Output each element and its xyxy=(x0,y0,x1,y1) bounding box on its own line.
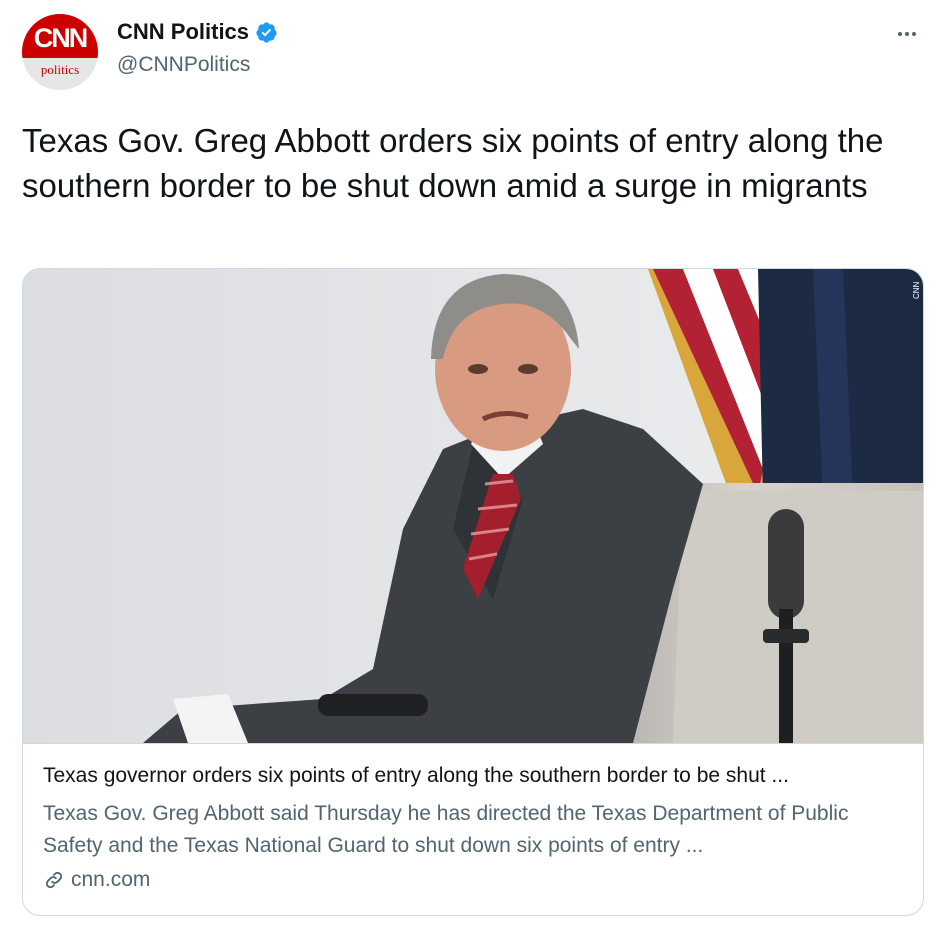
more-dot xyxy=(912,32,916,36)
tweet-text: Texas Gov. Greg Abbott orders six points… xyxy=(22,122,884,204)
display-name-text[interactable]: CNN Politics xyxy=(117,19,249,45)
verified-badge-icon xyxy=(256,21,277,43)
account-handle[interactable]: @CNNPolitics xyxy=(117,53,250,77)
link-card[interactable]: CNN Texas governor orders six points of … xyxy=(22,268,924,916)
avatar-subtext: politics xyxy=(40,62,80,77)
card-domain[interactable]: cnn.com xyxy=(43,868,150,892)
card-photo: CNN xyxy=(23,269,923,743)
more-dots-icon[interactable] xyxy=(892,22,922,46)
more-dot xyxy=(898,32,902,36)
avatar-logo: CNN xyxy=(33,23,89,53)
card-image[interactable]: CNN xyxy=(23,269,923,743)
card-description[interactable]: Texas Gov. Greg Abbott said Thursday he … xyxy=(43,798,903,862)
more-dot xyxy=(905,32,909,36)
card-title[interactable]: Texas governor orders six points of entr… xyxy=(43,764,903,788)
card-domain-text[interactable]: cnn.com xyxy=(71,868,150,892)
link-icon xyxy=(45,871,63,889)
display-name[interactable]: CNN Politics xyxy=(117,19,278,45)
avatar[interactable]: CNN politics xyxy=(22,14,98,90)
card-meta[interactable]: Texas governor orders six points of entr… xyxy=(23,743,923,915)
svg-text:CNN: CNN xyxy=(912,281,921,299)
